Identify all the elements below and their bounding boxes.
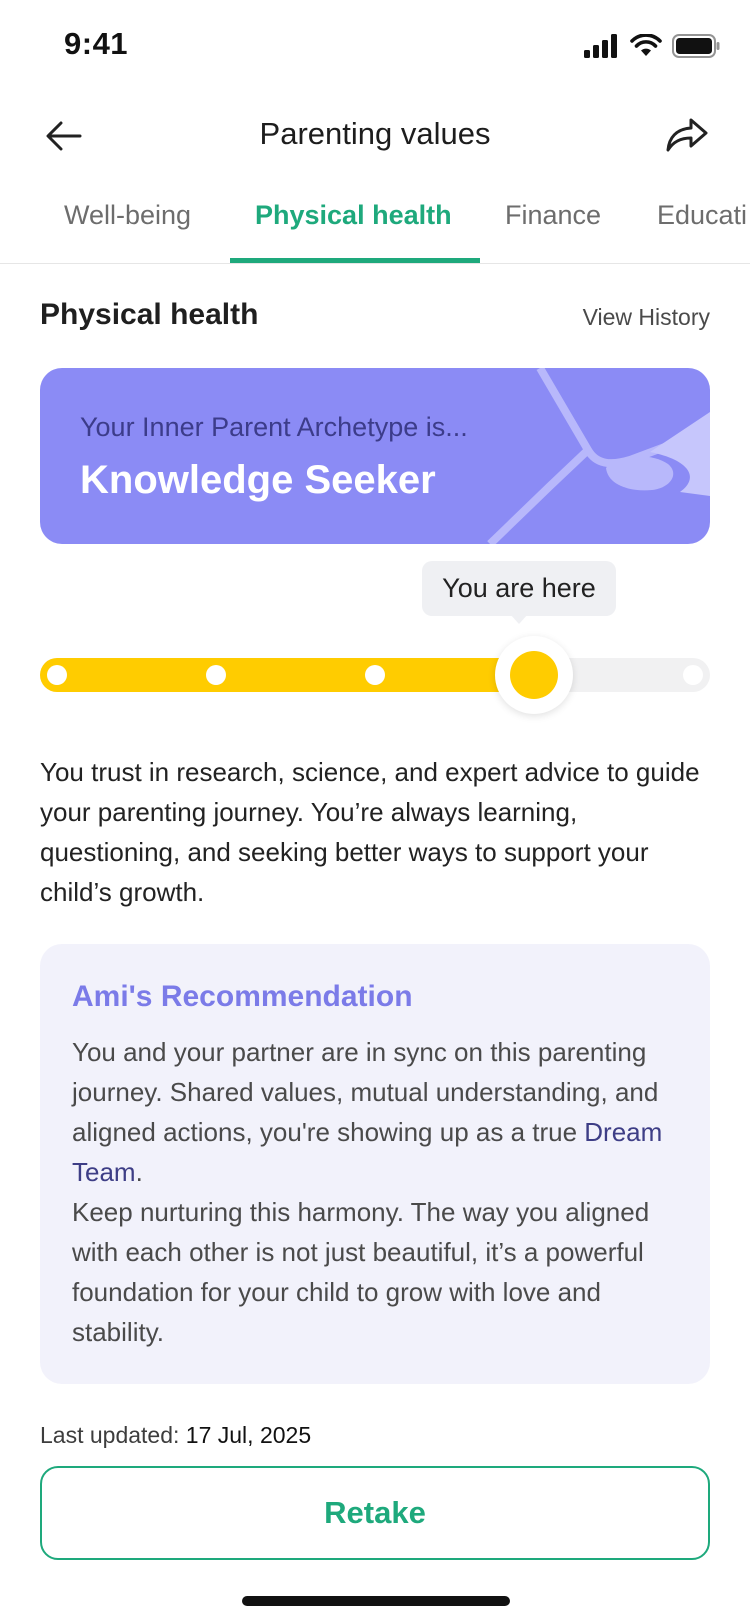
tab-education[interactable]: Educati <box>657 200 747 231</box>
archetype-card: Your Inner Parent Archetype is... Knowle… <box>40 368 710 544</box>
wifi-icon <box>630 34 662 56</box>
app-header: Parenting values <box>0 100 750 172</box>
scale-fill <box>40 658 544 692</box>
position-tooltip: You are here <box>422 561 616 616</box>
last-updated-date: 17 Jul, 2025 <box>185 1422 312 1448</box>
category-tabs: Well-being Physical health Finance Educa… <box>0 190 750 264</box>
status-icons <box>584 30 720 62</box>
recommendation-text-second: Keep nurturing this harmony. The way you… <box>72 1197 650 1347</box>
recommendation-period: . <box>135 1157 143 1187</box>
recommendation-body: You and your partner are in sync on this… <box>72 1032 682 1352</box>
battery-icon <box>672 34 720 58</box>
tab-physical-health[interactable]: Physical health <box>255 200 452 231</box>
tab-well-being[interactable]: Well-being <box>64 200 191 231</box>
archetype-name: Knowledge Seeker <box>80 458 436 502</box>
scale-step-dot <box>683 665 703 685</box>
share-button[interactable] <box>662 112 712 158</box>
page-title: Parenting values <box>259 116 491 151</box>
tab-finance[interactable]: Finance <box>505 200 601 231</box>
archetype-description: You trust in research, science, and expe… <box>40 757 700 907</box>
recommendation-card: Ami's Recommendation You and your partne… <box>40 944 710 1384</box>
archetype-prefix: Your Inner Parent Archetype is... <box>80 412 468 442</box>
scale-step-dot <box>365 665 385 685</box>
recommendation-text: You and your partner are in sync on this… <box>72 1037 659 1147</box>
recommendation-title: Ami's Recommendation <box>72 980 413 1013</box>
last-updated-label: Last updated: <box>40 1422 180 1448</box>
active-tab-indicator <box>230 258 480 263</box>
home-indicator <box>242 1596 510 1606</box>
scale-step-dot <box>206 665 226 685</box>
archetype-scale <box>40 636 710 714</box>
scale-step-dot <box>47 665 67 685</box>
last-updated: Last updated: 17 Jul, 2025 <box>40 1422 311 1449</box>
map-decoration <box>487 368 710 544</box>
status-bar: 9:41 <box>0 0 750 92</box>
status-time: 9:41 <box>64 26 129 61</box>
section-title: Physical health <box>40 298 259 331</box>
tooltip-arrow <box>510 614 528 624</box>
view-history-link[interactable]: View History <box>583 304 710 331</box>
share-icon <box>666 118 708 152</box>
cellular-signal-icon <box>584 34 617 58</box>
current-position-marker <box>495 636 573 714</box>
retake-button[interactable]: Retake <box>40 1466 710 1560</box>
current-position-dot <box>510 651 558 699</box>
